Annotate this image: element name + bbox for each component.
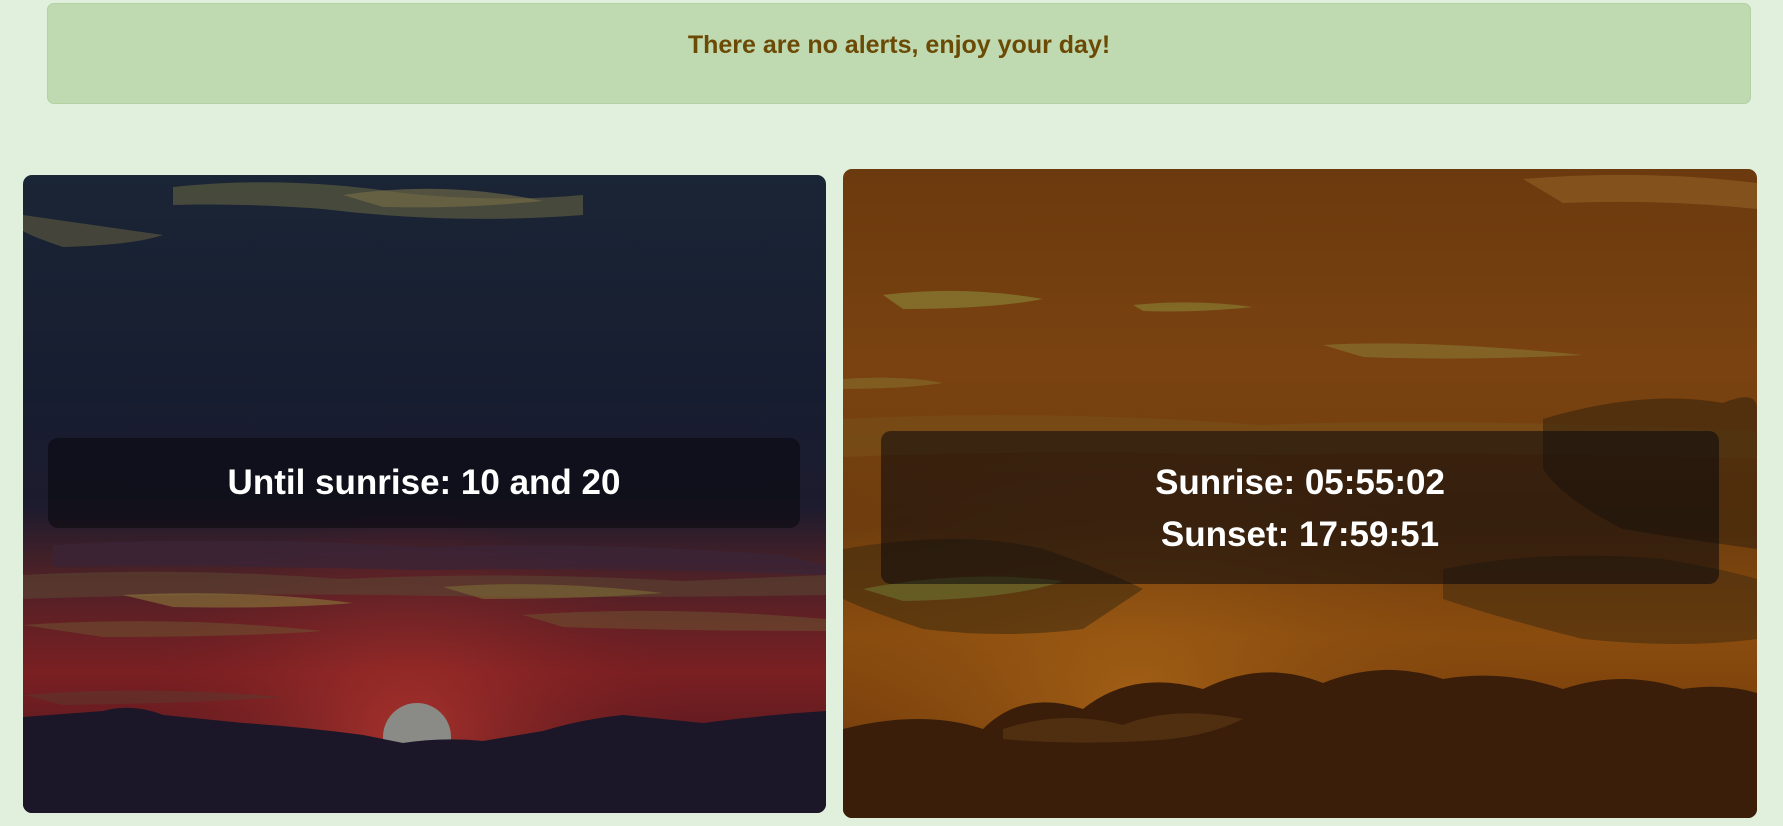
alert-banner: There are no alerts, enjoy your day!	[47, 3, 1751, 104]
sun-times-overlay: Sunrise: 05:55:02 Sunset: 17:59:51	[881, 431, 1719, 584]
alert-message: There are no alerts, enjoy your day!	[687, 31, 1111, 59]
sunrise-time: Sunrise: 05:55:02	[1155, 463, 1445, 502]
sunset-time: Sunset: 17:59:51	[1160, 515, 1440, 554]
countdown-card: Until sunrise: 10 and 20	[23, 175, 826, 813]
countdown-overlay: Until sunrise: 10 and 20	[48, 438, 800, 528]
sun-times-card: Sunrise: 05:55:02 Sunset: 17:59:51	[843, 169, 1757, 818]
countdown-text: Until sunrise: 10 and 20	[227, 463, 621, 502]
